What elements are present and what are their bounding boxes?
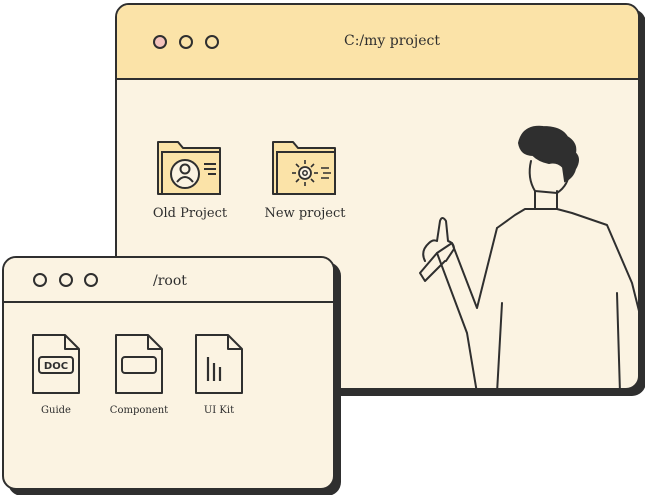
close-window-button[interactable] (33, 273, 47, 287)
project-window-titlebar[interactable]: C:/my project (117, 5, 638, 80)
user-folder-icon (157, 141, 221, 195)
root-window-title: /root (153, 273, 187, 289)
close-window-button[interactable] (153, 35, 167, 49)
file-label: Guide (41, 405, 71, 416)
file-label: Component (109, 405, 169, 416)
maximize-window-button[interactable] (205, 35, 219, 49)
file-component[interactable]: Component (99, 333, 179, 416)
file-label: UI Kit (203, 405, 235, 416)
folder-old-project[interactable]: Old Project (140, 138, 240, 221)
minimize-window-button[interactable] (179, 35, 193, 49)
root-window-titlebar[interactable]: /root (4, 258, 333, 303)
file-guide[interactable]: DOC Guide (16, 333, 96, 416)
maximize-window-button[interactable] (84, 273, 98, 287)
component-file-icon (115, 334, 163, 394)
folder-label: Old Project (152, 206, 228, 221)
pointing-person-illustration (419, 125, 638, 388)
file-ui-kit[interactable]: UI Kit (179, 333, 259, 416)
project-window-title: C:/my project (344, 33, 440, 49)
minimize-window-button[interactable] (59, 273, 73, 287)
ui-kit-file-icon (195, 334, 243, 394)
doc-icon-text: DOC (44, 361, 68, 372)
folder-label: New project (264, 206, 346, 221)
folder-new-project[interactable]: New project (255, 138, 355, 221)
sun-folder-icon (272, 141, 336, 195)
doc-file-icon: DOC (32, 334, 80, 394)
root-window: /root DOC Guide Component UI Kit (2, 256, 335, 490)
